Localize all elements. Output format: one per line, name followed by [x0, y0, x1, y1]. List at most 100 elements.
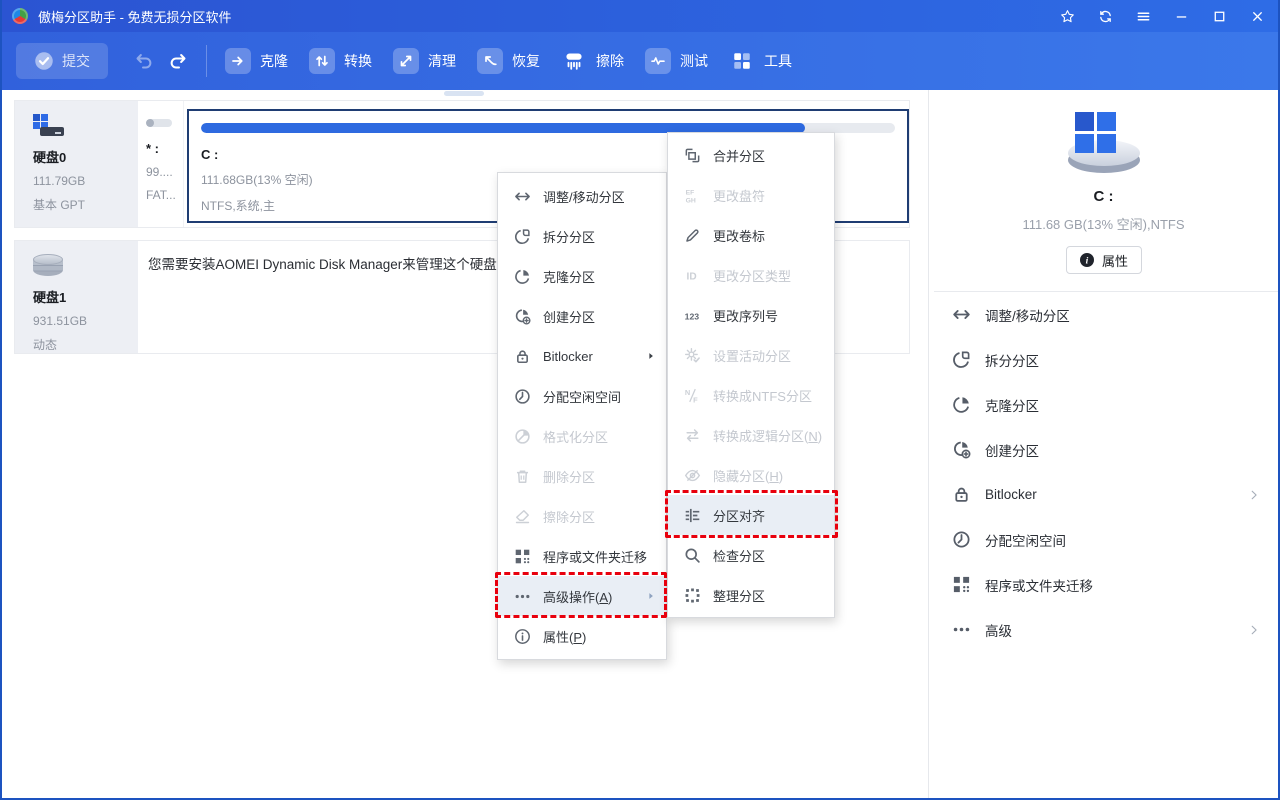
menu-item-set-active-partition[interactable]: 设置活动分区 — [668, 335, 834, 375]
menu-item-change-partition-type[interactable]: ID 更改分区类型 — [668, 255, 834, 295]
toolbar-action-label: 测试 — [680, 51, 708, 71]
menu-item-convert-to-logical[interactable]: 转换成逻辑分区(N) — [668, 415, 834, 455]
more-dots-icon — [952, 620, 971, 639]
toolbar-action-label: 工具 — [764, 51, 792, 71]
disk-name: 硬盘1 — [33, 287, 138, 306]
toolbar-test-button[interactable]: 测试 — [645, 48, 708, 74]
minimize-button[interactable] — [1162, 0, 1200, 32]
toolbar: 提交 克隆 转换 清理 恢复 擦除 测试 工具 — [0, 32, 1280, 90]
menu-item-properties[interactable]: 属性(P) — [498, 616, 666, 656]
menu-item-change-label[interactable]: 更改卷标 — [668, 215, 834, 255]
defrag-dots-icon — [684, 587, 701, 604]
sidebar-item-app-migrate[interactable]: 程序或文件夹迁移 — [929, 562, 1278, 607]
toolbar-erase-button[interactable]: 擦除 — [561, 48, 624, 74]
properties-button[interactable]: i 属性 — [1066, 246, 1142, 274]
menu-item-format-partition[interactable]: 格式化分区 — [498, 416, 666, 456]
menu-item-label: 检查分区 — [713, 546, 765, 565]
star-icon — [1060, 9, 1075, 24]
submit-label: 提交 — [62, 51, 90, 71]
menu-item-change-serial-number[interactable]: 123 更改序列号 — [668, 295, 834, 335]
menu-item-resize-move[interactable]: 调整/移动分区 — [498, 176, 666, 216]
disk-0-info[interactable]: 硬盘0 111.79GB 基本 GPT — [15, 101, 138, 227]
disk-size: 931.51GB — [33, 314, 138, 328]
sidebar-item-resize-move[interactable]: 调整/移动分区 — [929, 292, 1278, 337]
menu-item-partition-alignment[interactable]: 分区对齐 — [668, 495, 834, 535]
menu-item-label: Bitlocker — [543, 349, 593, 364]
disk-1-info[interactable]: 硬盘1 931.51GB 动态 — [15, 241, 138, 353]
sidebar-item-split[interactable]: 拆分分区 — [929, 337, 1278, 382]
menu-item-clone-partition[interactable]: 克隆分区 — [498, 256, 666, 296]
hamburger-icon — [1136, 9, 1151, 24]
gear-check-icon — [684, 347, 701, 364]
toolbar-clean-button[interactable]: 清理 — [393, 48, 456, 74]
menu-item-bitlocker[interactable]: Bitlocker — [498, 336, 666, 376]
menu-item-delete-partition[interactable]: 删除分区 — [498, 456, 666, 496]
refresh-button[interactable] — [1086, 0, 1124, 32]
test-icon — [650, 53, 666, 69]
clock-icon — [514, 388, 531, 405]
menu-item-defrag-partition[interactable]: 整理分区 — [668, 575, 834, 615]
id-badge-icon: ID — [684, 267, 701, 284]
sidebar-item-create[interactable]: 创建分区 — [929, 427, 1278, 472]
menu-item-label: 更改序列号 — [713, 306, 778, 325]
format-partition-icon — [514, 428, 531, 445]
main-menu-button[interactable] — [1124, 0, 1162, 32]
serial-123-icon: 123 — [684, 307, 701, 324]
menu-item-label: 转换成NTFS分区 — [713, 386, 812, 405]
menu-item-label: 整理分区 — [713, 586, 765, 605]
create-partition-icon — [514, 308, 531, 325]
svg-text:GH: GH — [686, 197, 696, 204]
resize-move-icon — [514, 188, 531, 205]
toolbar-clone-button[interactable]: 克隆 — [225, 48, 288, 74]
advanced-submenu: 合并分区 EFGH 更改盘符 更改卷标 ID 更改分区类型 123 更改序列号 … — [667, 132, 835, 618]
maximize-button[interactable] — [1200, 0, 1238, 32]
svg-text:ID: ID — [687, 271, 697, 282]
sidebar-item-bitlocker[interactable]: Bitlocker — [929, 472, 1278, 517]
ntfs-convert-icon: NF — [684, 387, 701, 404]
menu-item-label: 分配空闲空间 — [543, 387, 621, 406]
menu-item-label: 拆分分区 — [543, 227, 595, 246]
pencil-icon — [684, 227, 701, 244]
sidebar-item-label: 高级 — [985, 620, 1012, 640]
undo-icon[interactable] — [134, 51, 154, 71]
menu-item-label: 设置活动分区 — [713, 346, 791, 365]
sidebar-item-label: 克隆分区 — [985, 395, 1039, 415]
svg-text:123: 123 — [685, 311, 700, 321]
menu-item-check-partition[interactable]: 检查分区 — [668, 535, 834, 575]
menu-item-label: 程序或文件夹迁移 — [543, 547, 647, 566]
menu-item-wipe-partition[interactable]: 擦除分区 — [498, 496, 666, 536]
close-button[interactable] — [1238, 0, 1276, 32]
disk-size: 111.79GB — [33, 174, 138, 188]
dynamic-disk-icon — [33, 254, 63, 280]
menu-item-create-partition[interactable]: 创建分区 — [498, 296, 666, 336]
menu-item-hide-partition[interactable]: 隐藏分区(H) — [668, 455, 834, 495]
usage-bar — [146, 119, 172, 127]
menu-item-app-migrate[interactable]: 程序或文件夹迁移 — [498, 536, 666, 576]
redo-icon[interactable] — [168, 51, 188, 71]
menu-item-merge-partition[interactable]: 合并分区 — [668, 135, 834, 175]
menu-item-convert-to-ntfs[interactable]: NF 转换成NTFS分区 — [668, 375, 834, 415]
recover-icon — [482, 53, 498, 69]
favorite-button[interactable] — [1048, 0, 1086, 32]
menu-item-allocate-free-space[interactable]: 分配空闲空间 — [498, 376, 666, 416]
toolbar-tools-button[interactable]: 工具 — [729, 48, 792, 74]
toolbar-recover-button[interactable]: 恢复 — [477, 48, 540, 74]
info-circle-icon — [514, 628, 531, 645]
sidebar-item-label: 拆分分区 — [985, 350, 1039, 370]
sidebar-item-allocate-free-space[interactable]: 分配空闲空间 — [929, 517, 1278, 562]
toolbar-convert-button[interactable]: 转换 — [309, 48, 372, 74]
sidebar-item-advanced[interactable]: 高级 — [929, 607, 1278, 652]
menu-item-split-partition[interactable]: 拆分分区 — [498, 216, 666, 256]
menu-item-change-drive-letter[interactable]: EFGH 更改盘符 — [668, 175, 834, 215]
sidebar-item-clone[interactable]: 克隆分区 — [929, 382, 1278, 427]
menu-item-advanced-operations[interactable]: 高级操作(A) — [498, 576, 666, 616]
toolbar-action-label: 恢复 — [512, 51, 540, 71]
swap-arrows-icon — [684, 427, 701, 444]
submit-button[interactable]: 提交 — [16, 43, 108, 79]
submenu-arrow-icon — [646, 351, 656, 361]
partition-block-system[interactable]: * : 99.... FAT... — [138, 101, 184, 227]
menu-item-label: 克隆分区 — [543, 267, 595, 286]
collapse-handle[interactable] — [444, 91, 484, 96]
create-partition-icon — [952, 440, 971, 459]
app-migrate-icon — [514, 548, 531, 565]
